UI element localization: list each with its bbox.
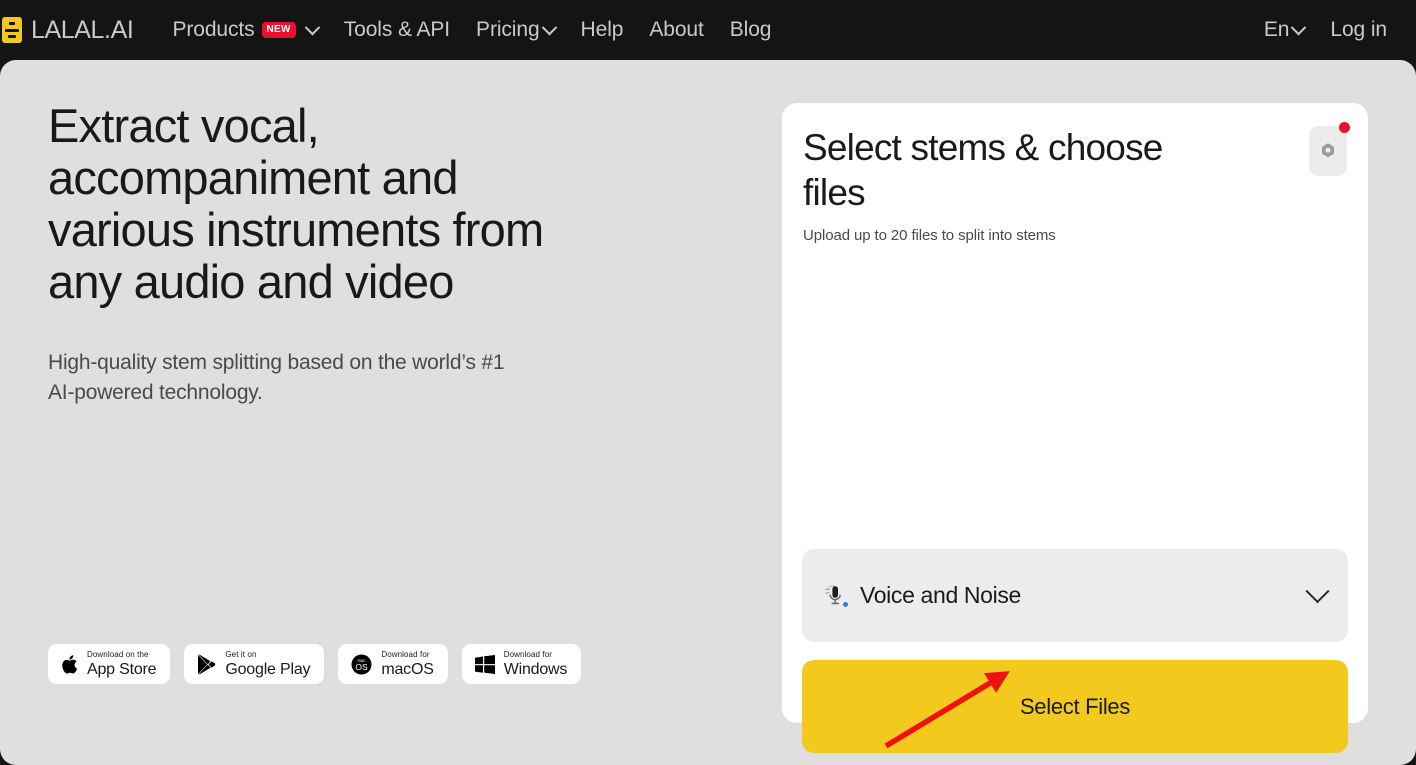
nav-item-blog[interactable]: Blog <box>717 0 785 60</box>
google-play-small-label: Get it on <box>225 651 310 659</box>
hero-section: Extract vocal, accompaniment and various… <box>48 100 568 408</box>
nav-item-blog-label: Blog <box>730 18 772 42</box>
nav-right-group: En Log in <box>1251 0 1416 60</box>
select-files-button[interactable]: Select Files <box>802 660 1348 753</box>
windows-big-label: Windows <box>504 661 568 678</box>
language-switcher-label: En <box>1264 18 1290 42</box>
gear-icon <box>1318 141 1338 161</box>
login-link-label: Log in <box>1330 18 1387 42</box>
windows-small-label: Download for <box>504 651 568 659</box>
hero-subtitle: High-quality stem splitting based on the… <box>48 348 518 408</box>
top-navigation-bar: LALAL.AI Products NEW Tools & API Pricin… <box>0 0 1416 60</box>
svg-text:OS: OS <box>356 662 369 672</box>
macos-download-button[interactable]: mac OS Download for macOS <box>338 644 447 684</box>
page-title: Extract vocal, accompaniment and various… <box>48 100 568 308</box>
apple-icon <box>61 654 78 675</box>
login-link[interactable]: Log in <box>1317 0 1400 60</box>
chevron-down-icon <box>1291 19 1307 35</box>
chevron-down-icon <box>1305 579 1329 603</box>
page-content-area: Extract vocal, accompaniment and various… <box>0 60 1416 765</box>
upload-panel: Select stems & choose files Upload up to… <box>782 103 1368 723</box>
stem-selector-value: Voice and Noise <box>860 582 1021 609</box>
brand-name: LALAL.AI <box>31 16 133 45</box>
nav-item-about-label: About <box>649 18 703 42</box>
stem-selector-dropdown[interactable]: Voice and Noise <box>802 549 1348 642</box>
nav-item-about[interactable]: About <box>636 0 716 60</box>
download-badges-row: Download on the App Store Get it on Goog… <box>48 644 581 684</box>
settings-button[interactable] <box>1309 126 1347 176</box>
google-play-button[interactable]: Get it on Google Play <box>184 644 324 684</box>
microphone-icon <box>822 583 848 609</box>
notification-dot <box>1339 122 1350 133</box>
google-play-big-label: Google Play <box>225 661 310 678</box>
nav-item-pricing[interactable]: Pricing <box>463 0 568 60</box>
chevron-down-icon <box>304 19 320 35</box>
nav-badge-new: NEW <box>262 22 296 38</box>
macos-icon: mac OS <box>351 654 372 675</box>
windows-download-button[interactable]: Download for Windows <box>462 644 582 684</box>
panel-subtitle: Upload up to 20 files to split into stem… <box>803 227 1203 244</box>
app-store-big-label: App Store <box>87 661 156 678</box>
nav-item-products-label: Products <box>172 18 254 42</box>
lalal-logo-icon <box>2 17 22 43</box>
chevron-down-icon <box>541 19 557 35</box>
windows-icon <box>475 655 495 674</box>
nav-item-products[interactable]: Products NEW <box>159 0 330 60</box>
app-store-small-label: Download on the <box>87 651 156 659</box>
nav-item-tools-api[interactable]: Tools & API <box>331 0 463 60</box>
macos-small-label: Download for <box>381 651 433 659</box>
nav-item-tools-api-label: Tools & API <box>344 18 450 42</box>
app-store-button[interactable]: Download on the App Store <box>48 644 170 684</box>
nav-item-help[interactable]: Help <box>568 0 637 60</box>
nav-item-pricing-label: Pricing <box>476 18 540 42</box>
nav-item-help-label: Help <box>581 18 624 42</box>
language-switcher[interactable]: En <box>1251 0 1318 60</box>
macos-big-label: macOS <box>381 661 433 678</box>
nav-left-group: LALAL.AI Products NEW Tools & API Pricin… <box>0 0 784 60</box>
mic-status-dot <box>842 601 849 608</box>
panel-title: Select stems & choose files <box>803 125 1203 215</box>
brand-logo-link[interactable]: LALAL.AI <box>0 16 133 45</box>
panel-header: Select stems & choose files Upload up to… <box>803 125 1203 244</box>
google-play-icon <box>197 654 216 675</box>
